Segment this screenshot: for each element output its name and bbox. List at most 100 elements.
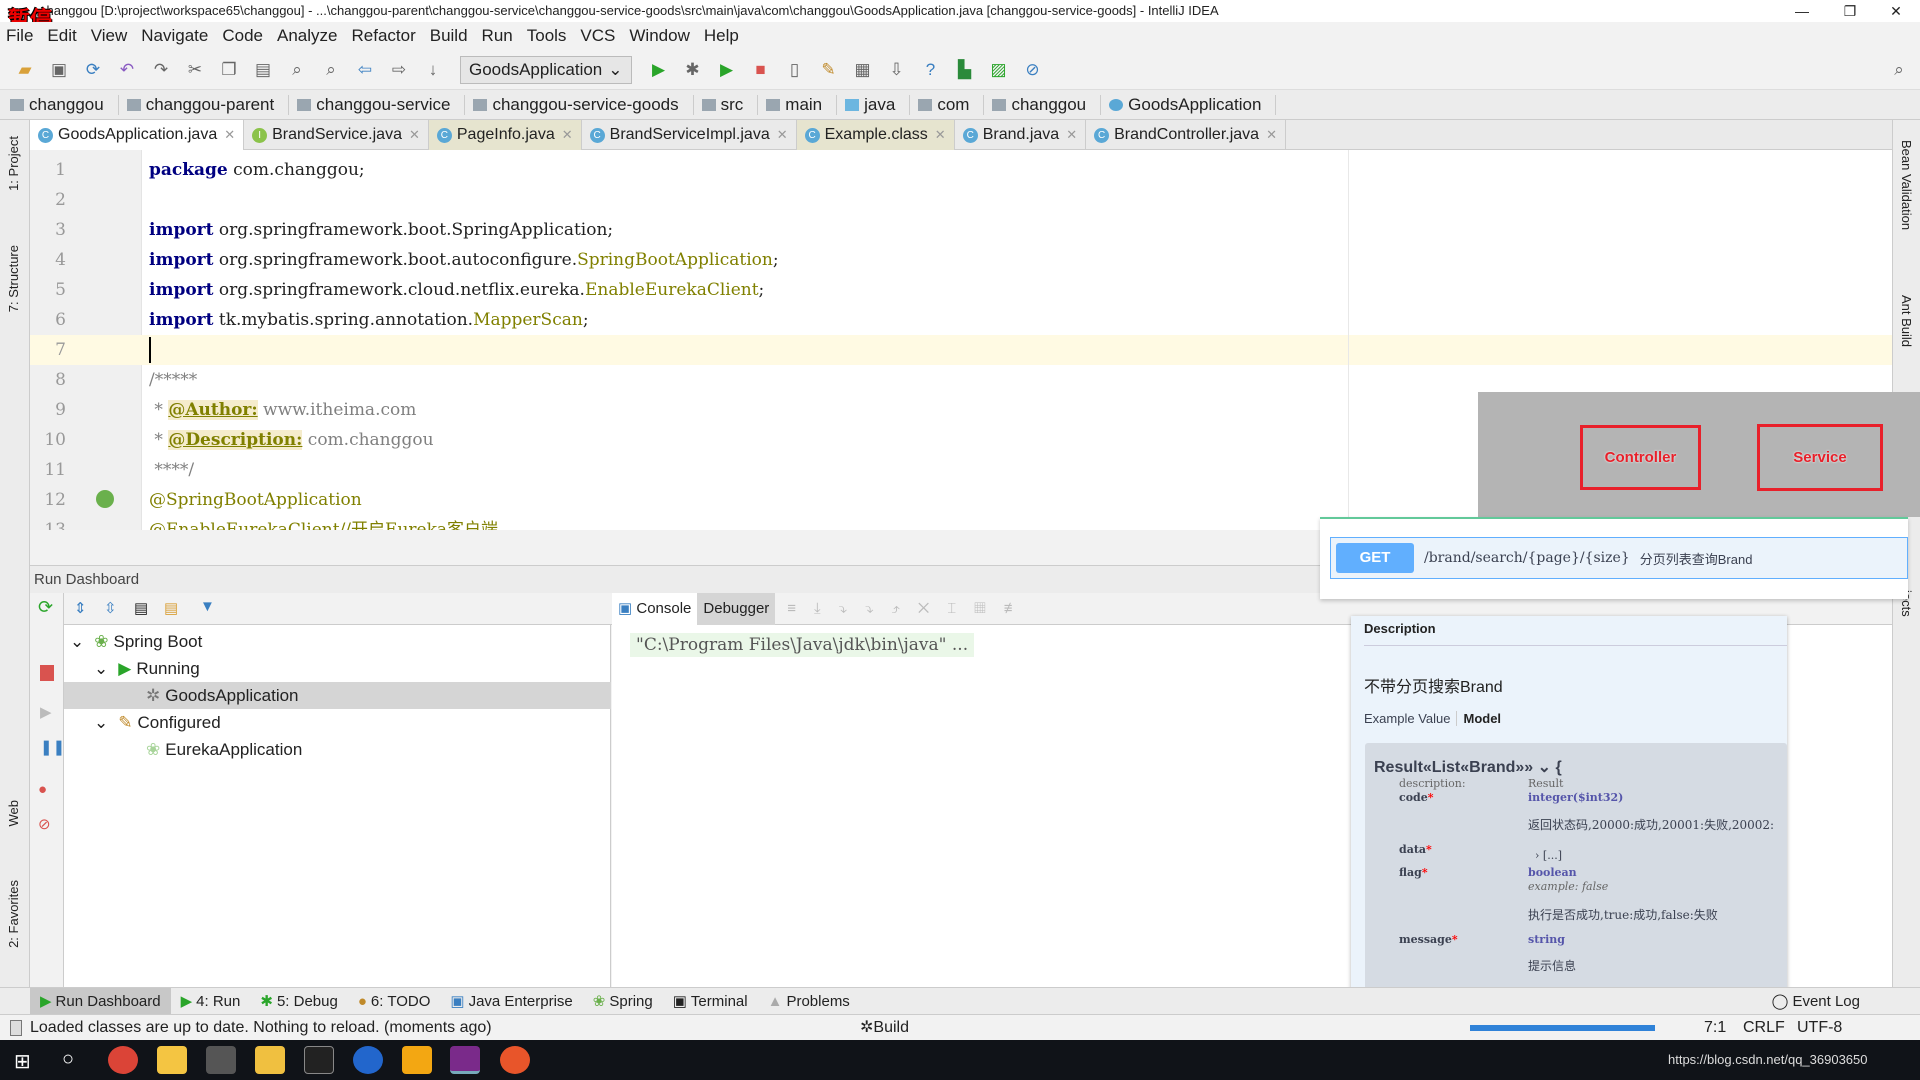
close-tab-icon[interactable]: ✕ (409, 127, 420, 143)
undo-icon[interactable]: ↶ (116, 59, 138, 81)
menu-edit[interactable]: Edit (47, 26, 76, 46)
tree-item-eureka-application[interactable]: ❀ EurekaApplication (64, 736, 611, 763)
stop-icon[interactable]: ■ (750, 59, 772, 81)
breadcrumb-item[interactable]: java (845, 94, 911, 115)
copy-icon[interactable]: ❐ (218, 59, 240, 81)
tab-page-info[interactable]: C PageInfo.java ✕ (428, 120, 582, 150)
tab-example-value[interactable]: Example Value (1364, 711, 1458, 726)
swagger-operation-summary[interactable]: GET /brand/search/{page}/{size} 分页列表查询Br… (1330, 537, 1908, 579)
cortana-icon[interactable]: ○ (62, 1048, 74, 1071)
tab-brand-controller[interactable]: C BrandController.java ✕ (1086, 120, 1286, 150)
tool-windows-toggle-icon[interactable] (10, 1020, 22, 1036)
chrome-icon[interactable] (108, 1046, 138, 1074)
intellij-idea-icon[interactable] (450, 1046, 480, 1074)
monitor-icon[interactable]: ▨ (988, 59, 1010, 81)
tree-item-goods-application[interactable]: ✲ GoodsApplication (64, 682, 611, 709)
spring-boot-run-icon[interactable] (96, 490, 114, 508)
close-tab-icon[interactable]: ✕ (1066, 127, 1077, 143)
tool-debug[interactable]: ✱ 5: Debug (250, 988, 347, 1015)
menu-run[interactable]: Run (482, 26, 513, 46)
close-tab-icon[interactable]: ✕ (777, 127, 788, 143)
filter-icon[interactable]: ▼ (200, 598, 215, 615)
tab-example-class[interactable]: C Example.class ✕ (796, 120, 955, 150)
tool-terminal[interactable]: ▣ Terminal (663, 988, 758, 1015)
back-icon[interactable]: ⇦ (354, 59, 376, 81)
forward-icon[interactable]: ⇨ (388, 59, 410, 81)
run-icon[interactable]: ▶ (648, 59, 670, 81)
bean-validation-tool-button[interactable]: Bean Validation (1899, 140, 1914, 230)
tree-item-spring-boot[interactable]: ⌄ ❀ Spring Boot (64, 628, 611, 655)
app-icon[interactable] (402, 1046, 432, 1074)
app-icon[interactable] (353, 1046, 383, 1074)
breakpoints-icon[interactable]: ● (38, 781, 47, 798)
menu-refactor[interactable]: Refactor (351, 26, 415, 46)
group-by-icon[interactable]: ▤ (134, 599, 148, 617)
sync-icon[interactable]: ⟳ (82, 59, 104, 81)
paint-icon[interactable] (206, 1046, 236, 1074)
mute-breakpoints-icon[interactable]: ⊘ (38, 815, 51, 833)
close-tab-icon[interactable]: ✕ (224, 127, 235, 143)
menu-analyze[interactable]: Analyze (277, 26, 337, 46)
menu-view[interactable]: View (91, 26, 128, 46)
breadcrumb-item[interactable]: main (766, 94, 838, 115)
expand-all-icon[interactable]: ⇕ (74, 599, 87, 617)
minimize-button[interactable]: — (1780, 0, 1824, 22)
restore-button[interactable]: ❐ (1828, 0, 1872, 22)
breadcrumb-item[interactable]: src (701, 94, 759, 115)
file-explorer-icon[interactable] (255, 1046, 285, 1074)
tool-run[interactable]: ▶ 4: Run (171, 988, 251, 1015)
chevron-down-icon[interactable]: ⌄ (1538, 759, 1551, 776)
breadcrumb-item[interactable]: changgou-service (297, 94, 466, 115)
group-by-type-icon[interactable]: ▤ (164, 599, 178, 617)
tab-console[interactable]: ▣ Console (612, 592, 698, 625)
debug-icon[interactable]: ✱ (682, 59, 704, 81)
close-tab-icon[interactable]: ✕ (1266, 127, 1277, 143)
menu-help[interactable]: Help (704, 26, 739, 46)
windows-start-icon[interactable]: ⊞ (14, 1049, 31, 1074)
favorites-tool-button[interactable]: 2: Favorites (6, 880, 21, 948)
rerun-icon[interactable]: ⟳ (38, 597, 53, 618)
pause-icon[interactable]: ❚❚ (40, 738, 65, 756)
tool-spring[interactable]: ❀ Spring (583, 988, 663, 1015)
run-configuration-select[interactable]: GoodsApplication ⌄ (460, 55, 632, 84)
app-icon[interactable] (157, 1046, 187, 1074)
collapse-all-icon[interactable]: ⇳ (104, 599, 117, 617)
tab-brand-service-impl[interactable]: C BrandServiceImpl.java ✕ (582, 120, 797, 150)
coverage-icon[interactable]: ▶ (716, 59, 738, 81)
replace-icon[interactable]: ⌕ (320, 59, 342, 81)
line-separator[interactable]: CRLF (1743, 1015, 1785, 1041)
plugin-icon[interactable]: ▙ (954, 59, 976, 81)
tool-java-enterprise[interactable]: ▣ Java Enterprise (440, 988, 582, 1015)
tab-debugger[interactable]: Debugger (697, 592, 776, 625)
search-everywhere-icon[interactable]: ⌕ (1888, 59, 1910, 81)
file-encoding[interactable]: UTF-8 (1797, 1015, 1842, 1041)
open-folder-icon[interactable]: ▰ (14, 59, 36, 81)
menu-vcs[interactable]: VCS (580, 26, 615, 46)
close-tab-icon[interactable]: ✕ (562, 127, 573, 143)
close-tab-icon[interactable]: ✕ (935, 127, 946, 143)
menu-code[interactable]: Code (222, 26, 263, 46)
help-icon[interactable]: ? (920, 59, 942, 81)
tab-model[interactable]: Model (1457, 711, 1501, 726)
tree-item-running[interactable]: ⌄ ▶ Running (64, 655, 611, 682)
tool-todo[interactable]: ● 6: TODO (348, 988, 441, 1015)
redo-icon[interactable]: ↷ (150, 59, 172, 81)
menu-window[interactable]: Window (629, 26, 689, 46)
app-icon[interactable] (500, 1046, 530, 1074)
close-window-button[interactable]: ✕ (1874, 0, 1918, 22)
terminal-icon[interactable] (304, 1046, 334, 1074)
ant-build-tool-button[interactable]: Ant Build (1899, 295, 1914, 347)
project-tool-button[interactable]: 1: Project (6, 136, 21, 191)
tool-event-log[interactable]: ◯ Event Log (1762, 988, 1870, 1015)
expand-data-toggle[interactable]: › [...] (1535, 849, 1562, 862)
breadcrumb-item[interactable]: changgou-service-goods (473, 94, 694, 115)
breadcrumb-item[interactable]: changgou (10, 94, 119, 115)
save-icon[interactable]: ▣ (48, 59, 70, 81)
project-structure-icon[interactable]: ✎ (818, 59, 840, 81)
breadcrumb-item[interactable]: GoodsApplication (1109, 94, 1277, 115)
menu-navigate[interactable]: Navigate (141, 26, 208, 46)
build-icon[interactable]: ↓ (422, 59, 444, 81)
breadcrumb-item[interactable]: com (918, 94, 985, 115)
menu-file[interactable]: File (6, 26, 33, 46)
no-entry-icon[interactable]: ⊘ (1022, 59, 1044, 81)
